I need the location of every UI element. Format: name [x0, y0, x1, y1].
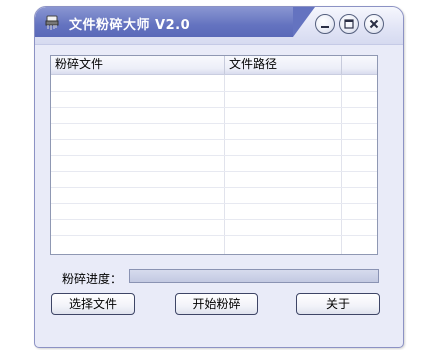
progress-label: 粉碎进度： — [62, 272, 123, 286]
list-row-line — [51, 203, 377, 204]
select-file-button[interactable]: 选择文件 — [51, 293, 135, 315]
about-button[interactable]: 关于 — [296, 293, 380, 315]
shred-progress-bar — [129, 269, 379, 283]
column-header-file-path[interactable]: 文件路径 — [225, 56, 342, 74]
list-row-line — [51, 219, 377, 220]
close-icon — [369, 19, 379, 29]
list-row-line — [51, 187, 377, 188]
title-bar[interactable]: 文件粉碎大师 V2.0 — [35, 7, 403, 45]
column-header-file-name[interactable]: 粉碎文件 — [51, 56, 225, 74]
maximize-button[interactable] — [339, 14, 359, 34]
window-title: 文件粉碎大师 V2.0 — [69, 18, 191, 33]
list-row-line — [51, 107, 377, 108]
maximize-icon — [344, 19, 354, 29]
minimize-icon — [321, 26, 329, 28]
title-tab: 文件粉碎大师 V2.0 — [35, 7, 315, 37]
list-row-line — [51, 139, 377, 140]
file-list[interactable]: 粉碎文件 文件路径 — [50, 55, 378, 255]
column-header-extra[interactable] — [342, 56, 377, 74]
list-row-line — [51, 155, 377, 156]
app-shredder-icon — [43, 13, 61, 31]
list-row-line — [51, 235, 377, 236]
file-list-header: 粉碎文件 文件路径 — [51, 56, 377, 75]
minimize-button[interactable] — [315, 14, 335, 34]
client-area: 粉碎文件 文件路径 粉碎进度： 选择文件 开始粉碎 关于 — [45, 51, 393, 343]
close-button[interactable] — [364, 14, 384, 34]
column-divider — [224, 75, 225, 254]
list-row-line — [51, 91, 377, 92]
column-divider — [341, 75, 342, 254]
main-window: 文件粉碎大师 V2.0 粉碎文件 文件路径 粉碎进度： 选择文件 开始粉碎 关于 — [34, 6, 404, 348]
start-shred-button[interactable]: 开始粉碎 — [175, 293, 258, 315]
file-list-body[interactable] — [51, 75, 377, 254]
list-row-line — [51, 171, 377, 172]
list-row-line — [51, 123, 377, 124]
